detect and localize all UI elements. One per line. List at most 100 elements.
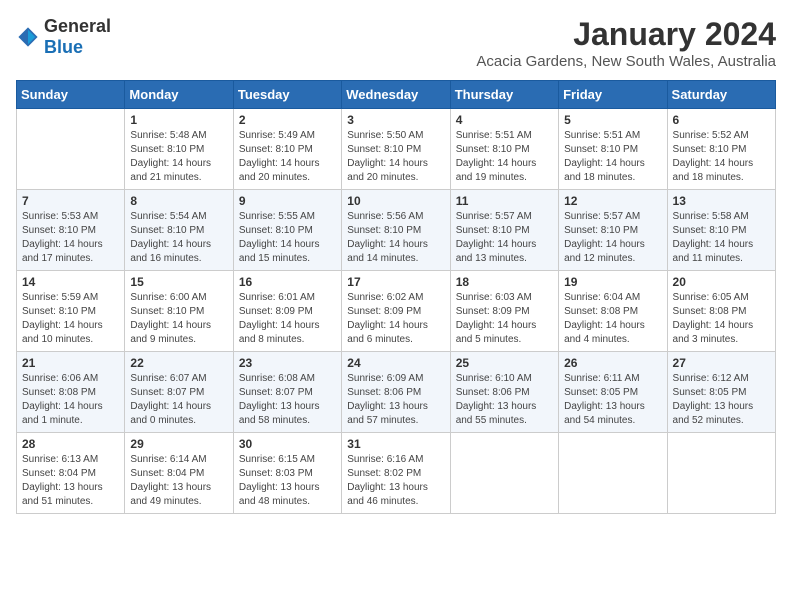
day-info: Sunrise: 6:07 AM Sunset: 8:07 PM Dayligh… [130,372,227,428]
calendar-cell: 27Sunrise: 6:12 AM Sunset: 8:05 PM Dayli… [667,352,775,433]
day-info: Sunrise: 6:00 AM Sunset: 8:10 PM Dayligh… [130,291,227,347]
day-info: Sunrise: 5:55 AM Sunset: 8:10 PM Dayligh… [239,210,336,266]
day-info: Sunrise: 6:08 AM Sunset: 8:07 PM Dayligh… [239,372,336,428]
day-number: 6 [673,113,770,127]
header-tuesday: Tuesday [233,81,341,109]
header-wednesday: Wednesday [342,81,450,109]
calendar-cell: 14Sunrise: 5:59 AM Sunset: 8:10 PM Dayli… [17,271,125,352]
calendar-cell: 31 Sunrise: 6:16 AM Sunset: 8:02 PM Dayli… [342,433,450,514]
day-info: Sunrise: 6:01 AM Sunset: 8:09 PM Dayligh… [239,291,336,347]
day-info: Sunrise: 6:06 AM Sunset: 8:08 PM Dayligh… [22,372,119,428]
day-info: Sunrise: 5:58 AM Sunset: 8:10 PM Dayligh… [673,210,770,266]
logo-text-general: General [44,16,111,36]
day-info: Sunrise: 6:13 AM Sunset: 8:04 PM Dayligh… [22,453,119,509]
calendar-week-row: 28 Sunrise: 6:13 AM Sunset: 8:04 PM Dayli… [17,433,776,514]
day-number: 16 [239,275,336,289]
calendar-cell: 18 Sunrise: 6:03 AM Sunset: 8:09 PM Dayli… [450,271,558,352]
logo: General Blue [16,16,111,58]
calendar-cell: 23 Sunrise: 6:08 AM Sunset: 8:07 PM Dayli… [233,352,341,433]
day-number: 8 [130,194,227,208]
day-number: 19 [564,275,661,289]
header-friday: Friday [559,81,667,109]
day-number: 4 [456,113,553,127]
day-number: 2 [239,113,336,127]
day-number: 12 [564,194,661,208]
calendar-cell: 30 Sunrise: 6:15 AM Sunset: 8:03 PM Dayli… [233,433,341,514]
day-number: 31 [347,437,444,451]
calendar-cell: 15Sunrise: 6:00 AM Sunset: 8:10 PM Dayli… [125,271,233,352]
day-info: Sunrise: 5:52 AM Sunset: 8:10 PM Dayligh… [673,129,770,185]
day-info: Sunrise: 6:11 AM Sunset: 8:05 PM Dayligh… [564,372,661,428]
day-info: Sunrise: 5:54 AM Sunset: 8:10 PM Dayligh… [130,210,227,266]
day-number: 1 [130,113,227,127]
day-info: Sunrise: 5:49 AM Sunset: 8:10 PM Dayligh… [239,129,336,185]
day-number: 20 [673,275,770,289]
day-info: Sunrise: 5:51 AM Sunset: 8:10 PM Dayligh… [456,129,553,185]
day-number: 26 [564,356,661,370]
calendar-cell: 28 Sunrise: 6:13 AM Sunset: 8:04 PM Dayli… [17,433,125,514]
day-info: Sunrise: 6:09 AM Sunset: 8:06 PM Dayligh… [347,372,444,428]
day-number: 13 [673,194,770,208]
calendar-subtitle: Acacia Gardens, New South Wales, Austral… [476,53,776,70]
calendar-cell: 4 Sunrise: 5:51 AM Sunset: 8:10 PM Daylig… [450,109,558,190]
calendar-cell: 11 Sunrise: 5:57 AM Sunset: 8:10 PM Dayli… [450,190,558,271]
day-info: Sunrise: 5:53 AM Sunset: 8:10 PM Dayligh… [22,210,119,266]
calendar-cell: 13 Sunrise: 5:58 AM Sunset: 8:10 PM Dayli… [667,190,775,271]
header-saturday: Saturday [667,81,775,109]
calendar-cell: 2 Sunrise: 5:49 AM Sunset: 8:10 PM Daylig… [233,109,341,190]
calendar-cell: 8 Sunrise: 5:54 AM Sunset: 8:10 PM Daylig… [125,190,233,271]
header-sunday: Sunday [17,81,125,109]
calendar-cell [17,109,125,190]
day-info: Sunrise: 6:14 AM Sunset: 8:04 PM Dayligh… [130,453,227,509]
calendar-cell: 5 Sunrise: 5:51 AM Sunset: 8:10 PM Daylig… [559,109,667,190]
day-info: Sunrise: 6:03 AM Sunset: 8:09 PM Dayligh… [456,291,553,347]
day-number: 11 [456,194,553,208]
calendar-cell: 26 Sunrise: 6:11 AM Sunset: 8:05 PM Dayli… [559,352,667,433]
day-info: Sunrise: 5:51 AM Sunset: 8:10 PM Dayligh… [564,129,661,185]
title-section: January 2024 Acacia Gardens, New South W… [476,16,776,70]
calendar-week-row: 1Sunrise: 5:48 AM Sunset: 8:10 PM Daylig… [17,109,776,190]
day-info: Sunrise: 6:15 AM Sunset: 8:03 PM Dayligh… [239,453,336,509]
day-number: 7 [22,194,119,208]
header-monday: Monday [125,81,233,109]
calendar-cell: 6 Sunrise: 5:52 AM Sunset: 8:10 PM Daylig… [667,109,775,190]
day-number: 22 [130,356,227,370]
logo-icon [16,25,40,49]
calendar-cell [667,433,775,514]
calendar-title: January 2024 [476,16,776,53]
day-number: 28 [22,437,119,451]
calendar-week-row: 21Sunrise: 6:06 AM Sunset: 8:08 PM Dayli… [17,352,776,433]
calendar-cell: 22 Sunrise: 6:07 AM Sunset: 8:07 PM Dayli… [125,352,233,433]
day-number: 24 [347,356,444,370]
day-number: 25 [456,356,553,370]
day-number: 30 [239,437,336,451]
day-info: Sunrise: 5:59 AM Sunset: 8:10 PM Dayligh… [22,291,119,347]
day-info: Sunrise: 6:16 AM Sunset: 8:02 PM Dayligh… [347,453,444,509]
calendar-cell: 24 Sunrise: 6:09 AM Sunset: 8:06 PM Dayli… [342,352,450,433]
day-number: 17 [347,275,444,289]
day-number: 9 [239,194,336,208]
day-info: Sunrise: 5:56 AM Sunset: 8:10 PM Dayligh… [347,210,444,266]
calendar-cell: 10Sunrise: 5:56 AM Sunset: 8:10 PM Dayli… [342,190,450,271]
day-info: Sunrise: 6:10 AM Sunset: 8:06 PM Dayligh… [456,372,553,428]
calendar-cell: 17Sunrise: 6:02 AM Sunset: 8:09 PM Dayli… [342,271,450,352]
day-number: 18 [456,275,553,289]
day-info: Sunrise: 6:05 AM Sunset: 8:08 PM Dayligh… [673,291,770,347]
calendar-cell [450,433,558,514]
day-number: 29 [130,437,227,451]
calendar-cell: 25 Sunrise: 6:10 AM Sunset: 8:06 PM Dayli… [450,352,558,433]
calendar-cell: 7 Sunrise: 5:53 AM Sunset: 8:10 PM Daylig… [17,190,125,271]
day-info: Sunrise: 5:57 AM Sunset: 8:10 PM Dayligh… [456,210,553,266]
calendar-cell: 16 Sunrise: 6:01 AM Sunset: 8:09 PM Dayli… [233,271,341,352]
day-info: Sunrise: 5:50 AM Sunset: 8:10 PM Dayligh… [347,129,444,185]
day-info: Sunrise: 5:57 AM Sunset: 8:10 PM Dayligh… [564,210,661,266]
calendar-week-row: 7 Sunrise: 5:53 AM Sunset: 8:10 PM Daylig… [17,190,776,271]
day-number: 5 [564,113,661,127]
calendar-cell: 12 Sunrise: 5:57 AM Sunset: 8:10 PM Dayli… [559,190,667,271]
calendar-table: Sunday Monday Tuesday Wednesday Thursday… [16,80,776,514]
calendar-cell: 21Sunrise: 6:06 AM Sunset: 8:08 PM Dayli… [17,352,125,433]
calendar-cell: 20 Sunrise: 6:05 AM Sunset: 8:08 PM Dayli… [667,271,775,352]
calendar-cell: 9 Sunrise: 5:55 AM Sunset: 8:10 PM Daylig… [233,190,341,271]
day-info: Sunrise: 6:04 AM Sunset: 8:08 PM Dayligh… [564,291,661,347]
day-number: 23 [239,356,336,370]
